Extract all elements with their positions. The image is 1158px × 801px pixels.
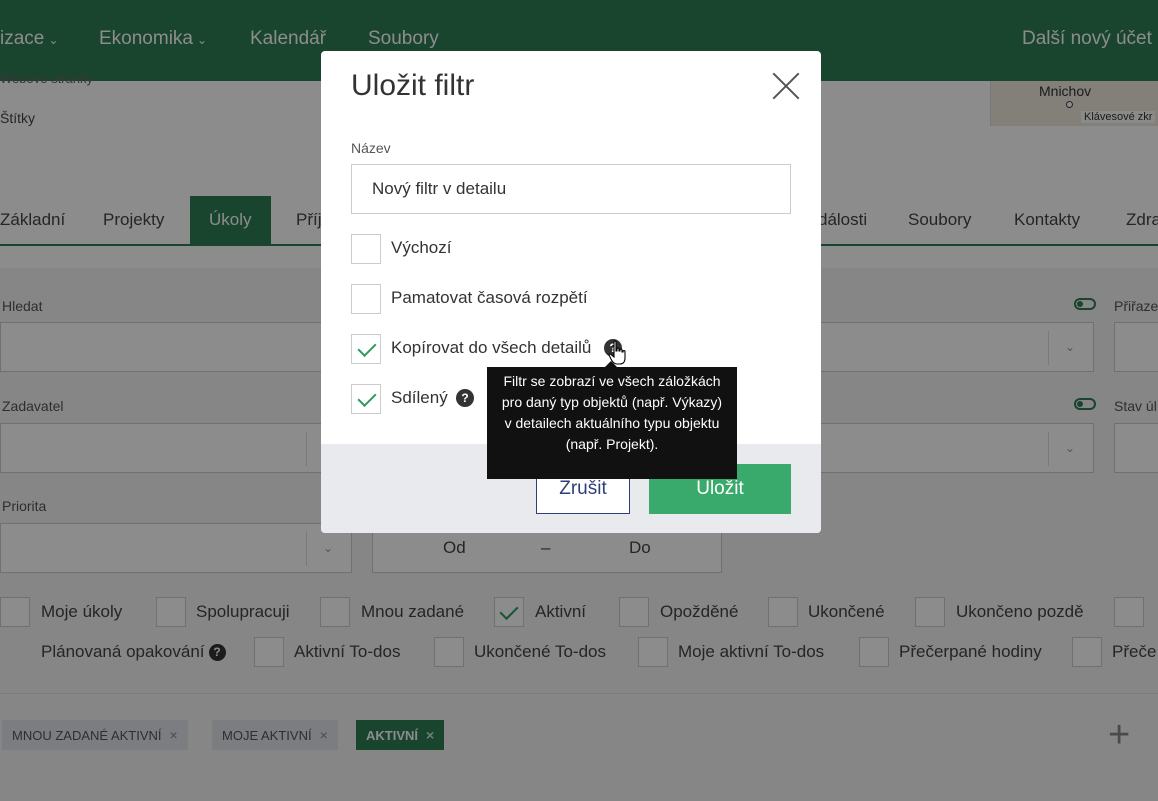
checkbox-pamatovat-rozpeti-label: Pamatovat časová rozpětí xyxy=(391,288,588,307)
checkbox-vychozi[interactable] xyxy=(351,234,381,264)
name-label: Název xyxy=(351,140,391,156)
checkbox-kopirovat-label: Kopírovat do všech detailů xyxy=(391,338,592,357)
dialog-title: Uložit filtr xyxy=(351,69,475,102)
help-tooltip: Filtr se zobrazí ve všech záložkách pro … xyxy=(487,361,737,479)
checkbox-sdileny-label: Sdílený xyxy=(391,388,448,407)
help-icon[interactable]: ? xyxy=(456,389,474,407)
checkbox-kopirovat[interactable] xyxy=(351,334,381,364)
tooltip-text: Filtr se zobrazí ve všech záložkách pro … xyxy=(501,373,723,452)
hand-cursor-icon xyxy=(608,340,626,365)
checkbox-pamatovat-rozpeti[interactable] xyxy=(351,284,381,314)
close-icon[interactable] xyxy=(771,71,801,101)
filter-name-input[interactable] xyxy=(351,164,791,214)
checkbox-sdileny[interactable] xyxy=(351,384,381,414)
checkbox-vychozi-label: Výchozí xyxy=(391,238,452,257)
